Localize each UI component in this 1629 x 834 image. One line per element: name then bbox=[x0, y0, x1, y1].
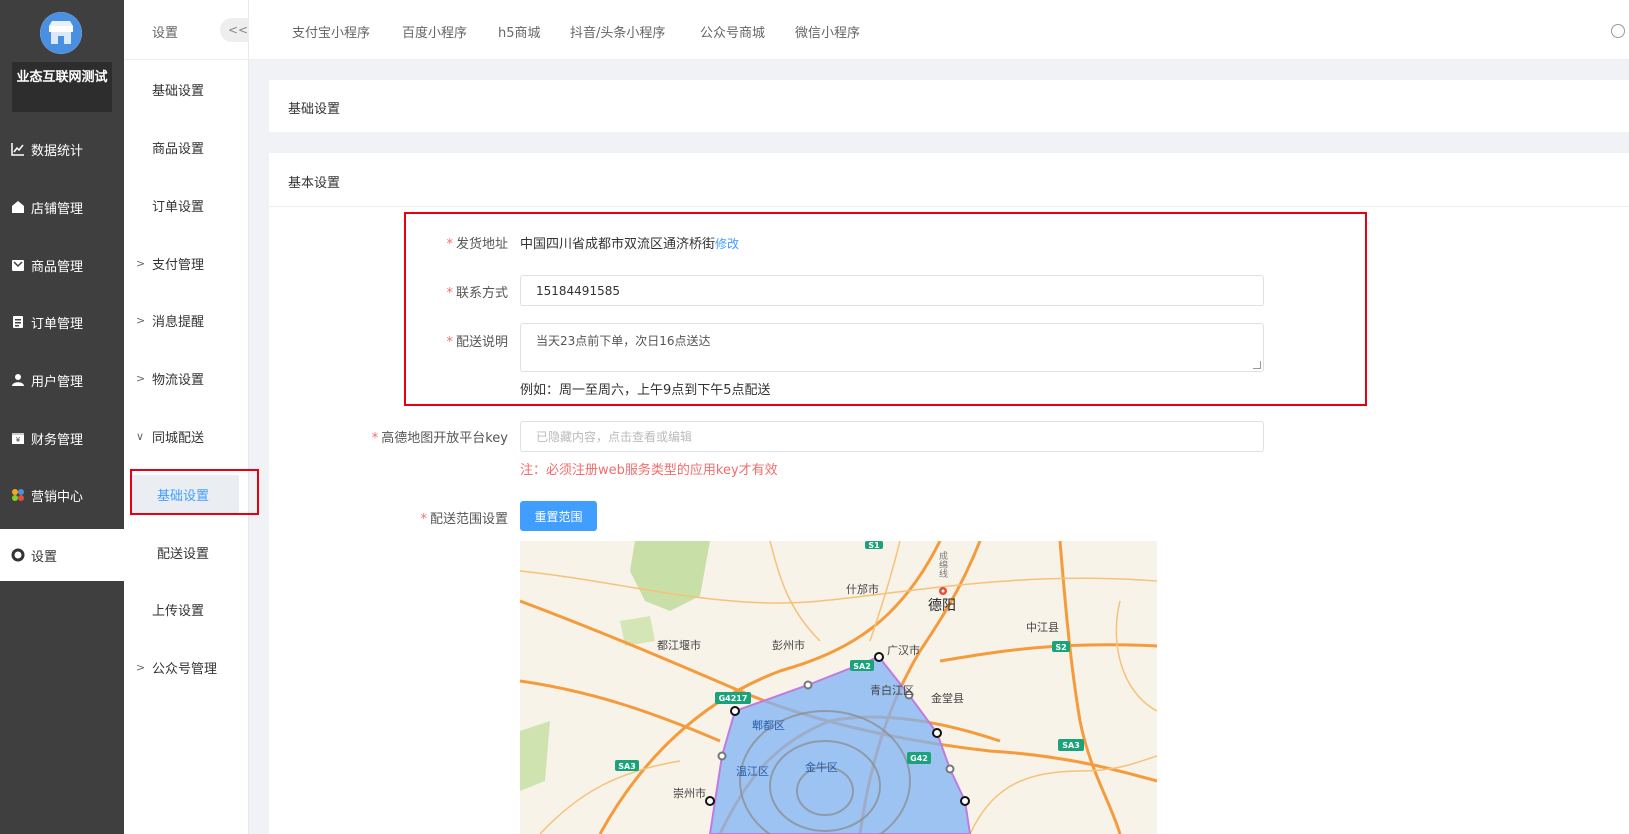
highlight-box bbox=[404, 212, 1367, 406]
nav-goods[interactable]: 商品管理 bbox=[0, 241, 124, 289]
brand-area: 业态互联网测试 bbox=[0, 0, 124, 120]
svg-text:¥: ¥ bbox=[16, 436, 21, 444]
map-label-jintang: 金堂县 bbox=[931, 691, 964, 705]
chevron-right-icon: > bbox=[136, 256, 146, 270]
tab-douyin[interactable]: 抖音/头条小程序 bbox=[570, 22, 665, 41]
tab-h5[interactable]: h5商城 bbox=[498, 22, 541, 41]
sub-item-local-delivery-settings[interactable]: 配送设置 bbox=[124, 532, 249, 572]
road-label-s1: S1 bbox=[868, 541, 880, 550]
map-label-dujiangyan: 都江堰市 bbox=[657, 638, 701, 652]
nav-store[interactable]: 店铺管理 bbox=[0, 183, 124, 231]
tab-wechat[interactable]: 微信小程序 bbox=[795, 22, 860, 41]
reset-range-button[interactable]: 重置范围 bbox=[520, 501, 597, 531]
sub-sidebar: 设置 << 基础设置 商品设置 订单设置 > 支付管理 > 消息提醒 > 物流设置 ∨… bbox=[124, 0, 260, 834]
map-label-shifang: 什邡市 bbox=[846, 582, 879, 596]
road-label-vertical: 成绵线 bbox=[937, 550, 948, 578]
road-label-g42: G42 bbox=[910, 754, 928, 763]
chart-line-icon bbox=[10, 141, 26, 157]
nav-settings[interactable]: 设置 bbox=[0, 529, 124, 581]
map-label-deyang: 德阳 bbox=[928, 598, 956, 614]
road-label-s2: S2 bbox=[1055, 643, 1066, 652]
sub-item-official-account[interactable]: > 公众号管理 bbox=[124, 647, 249, 687]
user-menu-icon[interactable] bbox=[1611, 24, 1625, 38]
nav-data-stats[interactable]: 数据统计 bbox=[0, 125, 124, 173]
road-label-g4217: G4217 bbox=[719, 694, 748, 703]
map-label-guanghan: 广汉市 bbox=[887, 643, 920, 657]
sub-item-orders[interactable]: 订单设置 bbox=[124, 185, 249, 225]
section-header: 基本设置 bbox=[269, 153, 1629, 207]
tab-baidu[interactable]: 百度小程序 bbox=[402, 22, 467, 41]
road-label-sa3-left: SA3 bbox=[618, 762, 636, 771]
map-label-pengzhou: 彭州市 bbox=[772, 638, 805, 652]
user-icon bbox=[10, 372, 26, 388]
nav-finance[interactable]: ¥ 财务管理 bbox=[0, 414, 124, 462]
breadcrumb-card: 基础设置 bbox=[269, 80, 1629, 132]
gear-icon bbox=[10, 547, 26, 563]
sub-item-upload[interactable]: 上传设置 bbox=[124, 589, 249, 629]
delivery-range-label: * 配送范围设置 bbox=[420, 512, 508, 527]
map-label-chongzhou: 崇州市 bbox=[673, 786, 706, 800]
store-logo-icon bbox=[40, 12, 82, 54]
nav-users[interactable]: 用户管理 bbox=[0, 356, 124, 404]
brand-name: 业态互联网测试 bbox=[12, 62, 112, 112]
map-label-jinniu: 金牛区 bbox=[805, 760, 838, 774]
nav-marketing[interactable]: 营销中心 bbox=[0, 471, 124, 519]
chevron-down-icon: ∨ bbox=[136, 429, 145, 443]
map-label-wenjiang: 温江区 bbox=[736, 765, 769, 778]
sub-sidebar-title: 设置 bbox=[152, 26, 179, 41]
sub-item-messages[interactable]: > 消息提醒 bbox=[124, 300, 249, 340]
sub-item-local-delivery[interactable]: ∨ 同城配送 bbox=[124, 416, 249, 456]
sub-sidebar-header: 设置 << bbox=[124, 0, 260, 60]
map-label-zhongjiang: 中江县 bbox=[1026, 621, 1059, 634]
main-sidebar: 业态互联网测试 数据统计 店铺管理 商品管理 订单管理 用户管理 ¥ 财务管理 … bbox=[0, 0, 124, 834]
amap-key-input[interactable]: 已隐藏内容，点击查看或编辑 bbox=[520, 421, 1264, 452]
sub-item-basic[interactable]: 基础设置 bbox=[124, 69, 249, 109]
map-label-qingbaijiang: 青白江区 bbox=[870, 683, 914, 697]
tab-alipay[interactable]: 支付宝小程序 bbox=[292, 22, 370, 41]
road-label-sa2: SA2 bbox=[853, 662, 871, 671]
nav-orders[interactable]: 订单管理 bbox=[0, 298, 124, 346]
sub-item-payment[interactable]: > 支付管理 bbox=[124, 243, 249, 283]
highlight-box bbox=[130, 469, 259, 515]
section-title: 基本设置 bbox=[288, 176, 341, 191]
chevron-right-icon: > bbox=[136, 660, 146, 674]
road-label-sa3-right: SA3 bbox=[1062, 741, 1080, 750]
chevron-right-icon: > bbox=[136, 313, 146, 327]
marketing-icon bbox=[10, 487, 26, 503]
store-icon bbox=[10, 199, 26, 215]
order-icon bbox=[10, 314, 26, 330]
sub-item-goods[interactable]: 商品设置 bbox=[124, 127, 249, 167]
chevron-right-icon: > bbox=[136, 371, 146, 385]
amap-key-label: * 高德地图开放平台key bbox=[371, 431, 508, 446]
breadcrumb-title: 基础设置 bbox=[288, 102, 341, 117]
finance-icon: ¥ bbox=[10, 430, 26, 446]
goods-icon bbox=[10, 257, 26, 273]
top-tab-bar: 支付宝小程序 百度小程序 h5商城 抖音/头条小程序 公众号商城 微信小程序 bbox=[249, 0, 1629, 60]
delivery-range-map[interactable]: S1 SA2 S2 G4217 G42 SA3 SA3 成绵线 德阳 什邡市 中… bbox=[520, 541, 1157, 834]
amap-key-warning: 注：必须注册web服务类型的应用key才有效 bbox=[520, 463, 778, 478]
map-label-pidu: 郫都区 bbox=[752, 718, 785, 732]
sub-item-logistics[interactable]: > 物流设置 bbox=[124, 358, 249, 398]
tab-official-mall[interactable]: 公众号商城 bbox=[700, 22, 765, 41]
